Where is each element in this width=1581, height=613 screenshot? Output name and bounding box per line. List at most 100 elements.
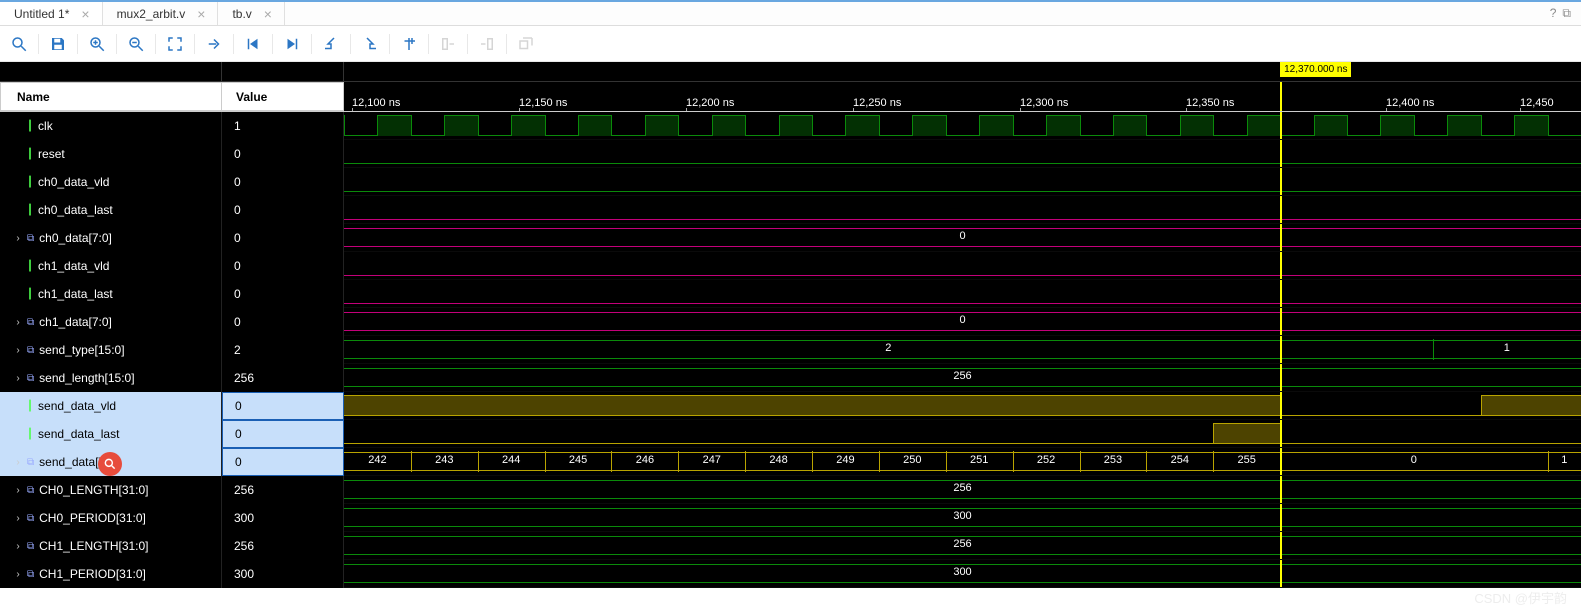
signal-row-ch1_data70[interactable]: ›⧉ch1_data[7:0]00 (0, 308, 1581, 336)
signal-value[interactable]: 0 (222, 280, 344, 308)
expander-icon[interactable]: › (14, 569, 22, 580)
expander-icon[interactable]: › (14, 317, 22, 328)
waveform[interactable]: 2422432442452462472482492502512522532542… (344, 448, 1581, 476)
signal-value[interactable]: 0 (222, 196, 344, 224)
restore-icon[interactable]: ⧉ (1562, 6, 1571, 21)
signal-value[interactable]: 0 (222, 420, 344, 448)
expander-icon[interactable]: › (14, 345, 22, 356)
signal-name[interactable]: ┃send_data_last (0, 420, 222, 448)
waveform[interactable]: 256 (344, 476, 1581, 504)
help-icon[interactable]: ? (1550, 6, 1557, 21)
signal-name[interactable]: ›⧉send_length[15:0] (0, 364, 222, 392)
signal-row-send_data_vld[interactable]: ┃send_data_vld0 (0, 392, 1581, 420)
swap-right-icon[interactable] (476, 33, 498, 55)
close-icon[interactable]: × (260, 6, 276, 22)
float-icon[interactable] (515, 33, 537, 55)
signal-row-ch1_data_last[interactable]: ┃ch1_data_last0 (0, 280, 1581, 308)
waveform[interactable]: 300 (344, 504, 1581, 532)
close-icon[interactable]: × (77, 6, 93, 22)
signal-value[interactable]: 0 (222, 448, 344, 476)
signal-value[interactable]: 0 (222, 168, 344, 196)
signal-name[interactable]: ┃ch1_data_vld (0, 252, 222, 280)
search-icon[interactable] (8, 33, 30, 55)
signal-row-reset[interactable]: ┃reset0 (0, 140, 1581, 168)
signal-row-ch0_data70[interactable]: ›⧉ch0_data[7:0]00 (0, 224, 1581, 252)
signal-row-CH0_LENGTH310[interactable]: ›⧉CH0_LENGTH[31:0]256256 (0, 476, 1581, 504)
signal-row-CH1_PERIOD310[interactable]: ›⧉CH1_PERIOD[31:0]300300 (0, 560, 1581, 588)
signal-value[interactable]: 300 (222, 560, 344, 588)
signal-row-send_data_last[interactable]: ┃send_data_last0 (0, 420, 1581, 448)
waveform[interactable]: 21 (344, 336, 1581, 364)
goto-icon[interactable] (203, 33, 225, 55)
waveform[interactable] (344, 196, 1581, 224)
signal-row-send_length150[interactable]: ›⧉send_length[15:0]256256 (0, 364, 1581, 392)
signal-value[interactable]: 0 (222, 392, 344, 420)
signal-row-send_type150[interactable]: ›⧉send_type[15:0]221 (0, 336, 1581, 364)
add-marker-icon[interactable] (320, 33, 342, 55)
signal-name[interactable]: ›⧉ch1_data[7:0] (0, 308, 222, 336)
waveform[interactable]: 256 (344, 364, 1581, 392)
signal-row-ch1_data_vld[interactable]: ┃ch1_data_vld0 (0, 252, 1581, 280)
signal-name[interactable]: ›⧉CH0_LENGTH[31:0] (0, 476, 222, 504)
waveform[interactable]: 256 (344, 532, 1581, 560)
signal-name[interactable]: ┃send_data_vld (0, 392, 222, 420)
signal-name[interactable]: ›⧉CH0_PERIOD[31:0] (0, 504, 222, 532)
signal-name[interactable]: ┃clk (0, 112, 222, 140)
expander-icon[interactable]: › (14, 457, 22, 468)
signal-name[interactable]: ┃reset (0, 140, 222, 168)
waveform[interactable]: 0 (344, 308, 1581, 336)
swap-left-icon[interactable] (437, 33, 459, 55)
expander-icon[interactable]: › (14, 513, 22, 524)
expander-icon[interactable]: › (14, 233, 22, 244)
expander-icon[interactable]: › (14, 541, 22, 552)
prev-transition-icon[interactable] (242, 33, 264, 55)
signal-value[interactable]: 0 (222, 140, 344, 168)
signal-name[interactable]: ›⧉send_type[15:0] (0, 336, 222, 364)
signal-value[interactable]: 300 (222, 504, 344, 532)
tab-0[interactable]: Untitled 1*× (0, 2, 103, 25)
signal-row-CH0_PERIOD310[interactable]: ›⧉CH0_PERIOD[31:0]300300 (0, 504, 1581, 532)
waveform[interactable] (344, 140, 1581, 168)
signal-value[interactable]: 256 (222, 476, 344, 504)
tab-1[interactable]: mux2_arbit.v× (103, 2, 219, 25)
waveform[interactable]: 0 (344, 224, 1581, 252)
waveform[interactable]: 300 (344, 560, 1581, 588)
next-transition-icon[interactable] (281, 33, 303, 55)
signal-name[interactable]: ┃ch0_data_last (0, 196, 222, 224)
waveform[interactable] (344, 280, 1581, 308)
signal-row-send_data70[interactable]: ›⧉send_data[7:0]024224324424524624724824… (0, 448, 1581, 476)
signal-value[interactable]: 1 (222, 112, 344, 140)
zoom-out-icon[interactable] (125, 33, 147, 55)
expander-icon[interactable]: › (14, 373, 22, 384)
prev-marker-icon[interactable] (359, 33, 381, 55)
plus-marker-icon[interactable] (398, 33, 420, 55)
save-icon[interactable] (47, 33, 69, 55)
signal-name[interactable]: ┃ch0_data_vld (0, 168, 222, 196)
waveform[interactable] (344, 392, 1581, 420)
tab-2[interactable]: tb.v× (218, 2, 285, 25)
zoom-in-icon[interactable] (86, 33, 108, 55)
signal-row-clk[interactable]: ┃clk1 (0, 112, 1581, 140)
waveform[interactable] (344, 420, 1581, 448)
signal-name[interactable]: ›⧉ch0_data[7:0] (0, 224, 222, 252)
signal-name[interactable]: ┃ch1_data_last (0, 280, 222, 308)
signal-value[interactable]: 2 (222, 336, 344, 364)
signal-name[interactable]: ›⧉CH1_PERIOD[31:0] (0, 560, 222, 588)
signal-row-CH1_LENGTH310[interactable]: ›⧉CH1_LENGTH[31:0]256256 (0, 532, 1581, 560)
cursor-line[interactable] (1280, 82, 1282, 111)
signal-row-ch0_data_last[interactable]: ┃ch0_data_last0 (0, 196, 1581, 224)
time-ruler[interactable]: 12,100 ns12,150 ns12,200 ns12,250 ns12,3… (344, 82, 1581, 111)
signal-row-ch0_data_vld[interactable]: ┃ch0_data_vld0 (0, 168, 1581, 196)
signal-value[interactable]: 256 (222, 364, 344, 392)
waveform[interactable] (344, 168, 1581, 196)
name-header[interactable]: Name (0, 82, 222, 111)
signal-name[interactable]: ›⧉CH1_LENGTH[31:0] (0, 532, 222, 560)
zoom-fit-icon[interactable] (164, 33, 186, 55)
close-icon[interactable]: × (193, 6, 209, 22)
signal-value[interactable]: 256 (222, 532, 344, 560)
expander-icon[interactable]: › (14, 485, 22, 496)
value-header[interactable]: Value (222, 82, 344, 111)
waveform[interactable] (344, 112, 1581, 140)
waveform[interactable] (344, 252, 1581, 280)
signal-value[interactable]: 0 (222, 308, 344, 336)
